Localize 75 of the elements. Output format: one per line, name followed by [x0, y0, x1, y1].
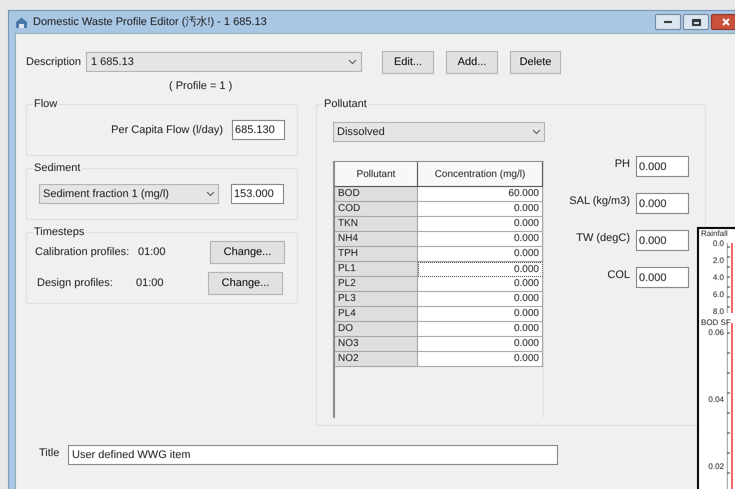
- row-header-cell: COD: [335, 202, 418, 217]
- parameter-input[interactable]: 0.000: [636, 267, 689, 288]
- row-header-cell: PL4: [335, 307, 418, 322]
- row-header-cell: PL1: [335, 262, 418, 277]
- table-cell[interactable]: 0.000: [418, 202, 543, 217]
- row-header-cell: PL2: [335, 277, 418, 292]
- push-button[interactable]: Change...: [210, 241, 285, 264]
- group-title: Timesteps: [33, 225, 86, 239]
- table-cell[interactable]: 0.000: [418, 232, 543, 247]
- description-dropdown[interactable]: 1 685.13: [86, 52, 362, 72]
- timestep-value: 01:00: [138, 245, 167, 260]
- row-header-cell: PL3: [335, 292, 418, 307]
- axis-tick-label: 0.0: [712, 239, 724, 248]
- title-input[interactable]: User defined WWG item: [68, 445, 558, 465]
- parameter-input[interactable]: 0.000: [636, 193, 689, 214]
- dropdown-caret-icon: [532, 129, 541, 135]
- profile-note: ( Profile = 1 ): [169, 80, 232, 92]
- flow-input[interactable]: 685.130: [232, 120, 285, 140]
- row-header-cell: TKN: [335, 217, 418, 232]
- dropdown-caret-icon: [348, 59, 357, 65]
- parameter-label: COL: [606, 268, 631, 283]
- axis-tick-label: 4.0: [712, 273, 724, 282]
- table-cell[interactable]: 0.000: [418, 352, 543, 367]
- parameter-label: SAL (kg/m3): [568, 194, 631, 209]
- timestep-label: Design profiles:: [36, 276, 114, 292]
- app-icon: [15, 16, 28, 28]
- row-header-cell: TPH: [335, 247, 418, 262]
- dropdown-value: Sediment fraction 1 (mg/l): [43, 186, 169, 202]
- table-cell[interactable]: 60.000: [418, 187, 543, 202]
- title-label: Title: [39, 446, 60, 461]
- minimize-button[interactable]: [655, 14, 681, 30]
- row-header-cell: DO: [335, 322, 418, 337]
- push-button[interactable]: Edit...: [382, 51, 434, 74]
- table-cell[interactable]: 0.000: [418, 277, 543, 292]
- parameter-input[interactable]: 0.000: [636, 230, 689, 251]
- row-header-cell: BOD: [335, 187, 418, 202]
- table-cell[interactable]: 0.000: [418, 322, 543, 337]
- table-cell[interactable]: 0.000: [418, 307, 543, 322]
- row-header-cell: NO2: [335, 352, 418, 367]
- table-cell[interactable]: 0.000: [418, 262, 543, 277]
- dropdown-value: 1 685.13: [91, 54, 134, 70]
- table-cell[interactable]: 0.000: [418, 217, 543, 232]
- description-label: Description: [26, 55, 82, 70]
- axis-tick-label: 0.06: [708, 328, 724, 337]
- dropdown-value: Dissolved: [337, 124, 385, 140]
- timestep-label: Calibration profiles:: [35, 245, 130, 260]
- parameter-input[interactable]: 0.000: [636, 156, 689, 177]
- parameter-label: PH: [614, 157, 631, 172]
- dropdown-caret-icon: [206, 191, 215, 197]
- axis-tick-label: 6.0: [712, 290, 724, 299]
- close-icon: [722, 18, 730, 26]
- row-header-cell: NH4: [335, 232, 418, 247]
- pollutant-dropdown[interactable]: Dissolved: [333, 122, 545, 142]
- parameter-label: TW (degC): [575, 231, 631, 246]
- push-button[interactable]: Change...: [208, 272, 283, 295]
- sediment-input[interactable]: 153.000: [231, 184, 284, 204]
- axis-title: Rainfall: [701, 229, 728, 238]
- timestep-value: 01:00: [136, 276, 165, 292]
- axis-tick-label: 2.0: [712, 256, 724, 265]
- axis-tick-label: 0.02: [708, 462, 724, 471]
- push-button[interactable]: Add...: [446, 51, 498, 74]
- maximize-button[interactable]: [683, 14, 709, 30]
- column-header[interactable]: Pollutant: [335, 162, 418, 187]
- axis-tick-label: 0.04: [708, 395, 724, 404]
- table-cell[interactable]: 0.000: [418, 337, 543, 352]
- close-button[interactable]: [711, 14, 735, 30]
- push-button[interactable]: Delete: [510, 51, 561, 74]
- row-header-cell: NO3: [335, 337, 418, 352]
- axis-tick-label: 8.0: [712, 307, 724, 316]
- column-header[interactable]: Concentration (mg/l): [418, 162, 543, 187]
- flow-label: Per Capita Flow (l/day): [111, 122, 223, 138]
- window-title: Domestic Waste Profile Editor (汚水!) - 1 685.13: [33, 14, 267, 30]
- sediment-dropdown[interactable]: Sediment fraction 1 (mg/l): [39, 184, 219, 204]
- table-cell[interactable]: 0.000: [418, 292, 543, 307]
- table-cell[interactable]: 0.000: [418, 247, 543, 262]
